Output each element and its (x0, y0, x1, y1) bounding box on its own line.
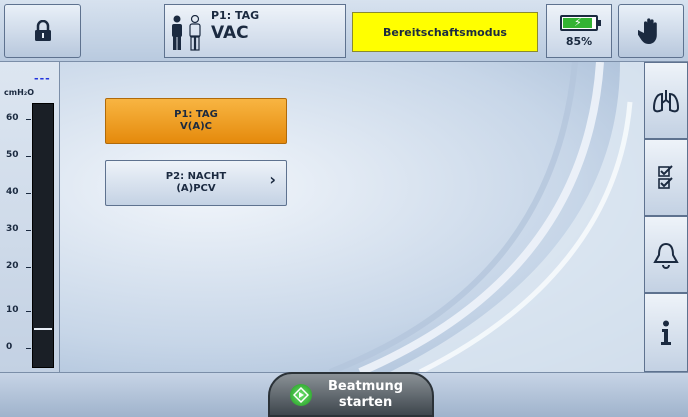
main-panel: P1: TAG V(A)C P2: NACHT (A)PCV › (60, 62, 644, 372)
profile-button-p1[interactable]: P1: TAG V(A)C (105, 98, 287, 144)
chevron-right-icon: › (269, 170, 276, 189)
patient-type-icon (172, 15, 201, 51)
pressure-gauge: --- cmH₂O 60 50 40 30 20 10 0 (0, 62, 60, 372)
alarm-bell-icon (653, 242, 679, 269)
top-bar: P1: TAG VAC Bereitschaftsmodus ⚡ 85% (0, 0, 688, 62)
settings-checklist-button[interactable] (644, 139, 688, 216)
gauge-tick: 0 (6, 342, 33, 352)
checklist-icon (658, 164, 673, 189)
info-button[interactable] (644, 293, 688, 372)
profile-button-p2[interactable]: P2: NACHT (A)PCV › (105, 160, 287, 206)
ventilation-mode: VAC (211, 23, 249, 43)
lock-icon (34, 20, 51, 41)
gauge-tick: 10 (6, 305, 31, 315)
profile-button-name: P2: NACHT (165, 171, 227, 182)
pressure-marker (34, 327, 52, 330)
start-ventilation-label: Beatmung starten (328, 379, 403, 411)
lungs-icon (652, 89, 680, 112)
gauge-tick: 30 (6, 224, 31, 234)
gauge-tick: 20 (6, 261, 31, 271)
battery-icon: ⚡ (560, 15, 601, 31)
alarm-silence-button[interactable] (618, 4, 684, 58)
side-menu (644, 62, 688, 372)
lock-button[interactable] (4, 4, 81, 58)
start-label-line2: starten (338, 394, 393, 410)
hand-icon (638, 18, 657, 44)
pressure-bar (32, 103, 54, 368)
alarms-button[interactable] (644, 216, 688, 293)
diamond-play-icon (293, 386, 309, 403)
gauge-tick: 50 (6, 150, 31, 160)
profile-button-mode: V(A)C (180, 121, 212, 132)
monitoring-button[interactable] (644, 62, 688, 139)
gauge-tick: 60 (6, 113, 31, 123)
info-icon (661, 320, 671, 345)
battery-percent: 85% (565, 35, 593, 48)
status-banner: Bereitschaftsmodus (352, 12, 538, 52)
active-profile-indicator: P1: TAG VAC (164, 4, 346, 58)
gauge-tick: 40 (6, 187, 31, 197)
start-label-line1: Beatmung (328, 378, 404, 394)
battery-status: ⚡ 85% (546, 4, 612, 58)
charging-icon: ⚡ (574, 16, 582, 29)
start-ventilation-button[interactable]: Beatmung starten (268, 372, 434, 417)
pressure-readout: --- (34, 72, 51, 85)
pressure-unit: cmH₂O (4, 88, 35, 97)
profile-button-name: P1: TAG (174, 109, 218, 120)
start-icon (290, 383, 312, 406)
profile-button-mode: (A)PCV (176, 183, 216, 194)
profile-name: P1: TAG (211, 9, 260, 22)
